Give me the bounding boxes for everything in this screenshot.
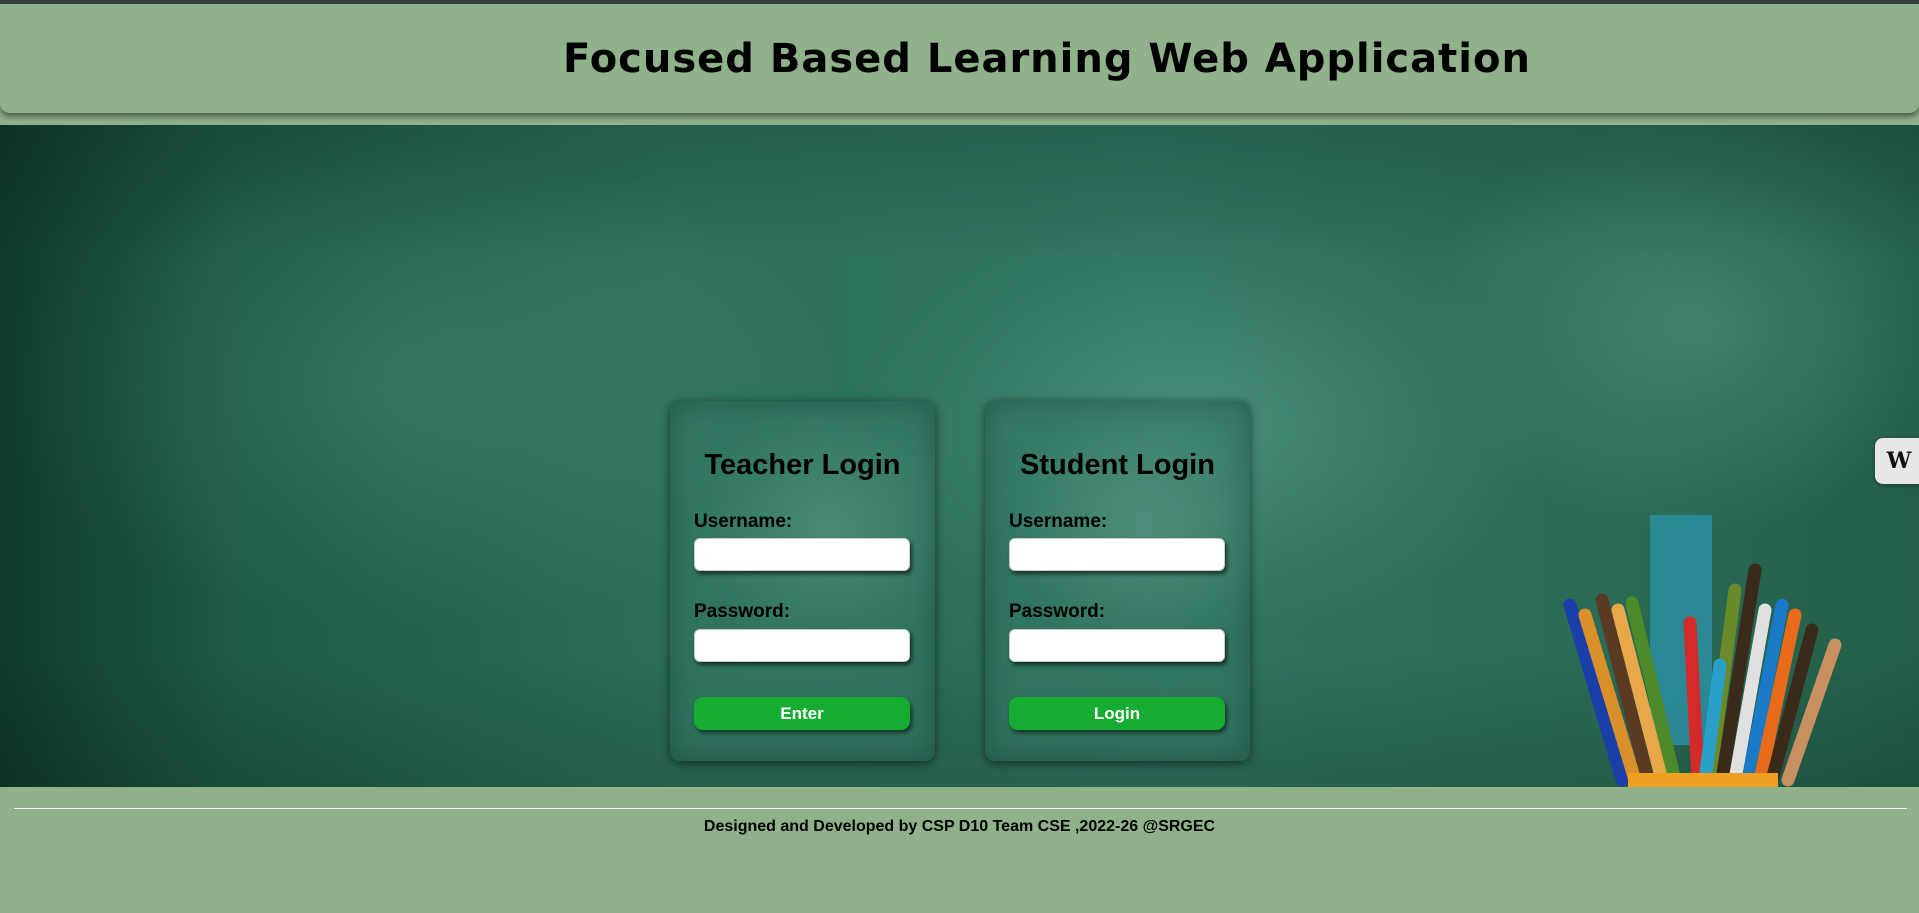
w-logo-glyph: W xyxy=(1886,448,1912,474)
student-password-label: Password: xyxy=(1009,601,1106,622)
pencil-cup-illustration xyxy=(1563,515,1842,787)
student-username-input[interactable] xyxy=(1009,538,1225,571)
footer-divider xyxy=(14,808,1907,809)
teacher-password-input[interactable] xyxy=(694,629,910,662)
chalkboard-background: Teacher Login Username: Password: Enter … xyxy=(0,125,1919,787)
teacher-password-label: Password: xyxy=(694,601,791,622)
student-login-card: Student Login Username: Password: Login xyxy=(985,401,1250,761)
w-logo-icon[interactable]: W xyxy=(1875,438,1919,484)
teacher-username-input[interactable] xyxy=(694,538,910,571)
student-login-title: Student Login xyxy=(1020,449,1215,481)
teacher-login-title: Teacher Login xyxy=(704,449,901,481)
site-header: Focused Based Learning Web Application xyxy=(0,4,1919,113)
teacher-username-label: Username: xyxy=(694,511,793,532)
teacher-enter-button[interactable]: Enter xyxy=(694,697,910,730)
student-password-input[interactable] xyxy=(1009,629,1225,662)
teacher-login-card: Teacher Login Username: Password: Enter xyxy=(670,401,935,761)
footer-credits: Designed and Developed by CSP D10 Team C… xyxy=(703,818,1216,835)
page-title: Focused Based Learning Web Application xyxy=(563,36,1531,82)
student-login-button[interactable]: Login xyxy=(1009,697,1225,730)
student-username-label: Username: xyxy=(1009,511,1108,532)
